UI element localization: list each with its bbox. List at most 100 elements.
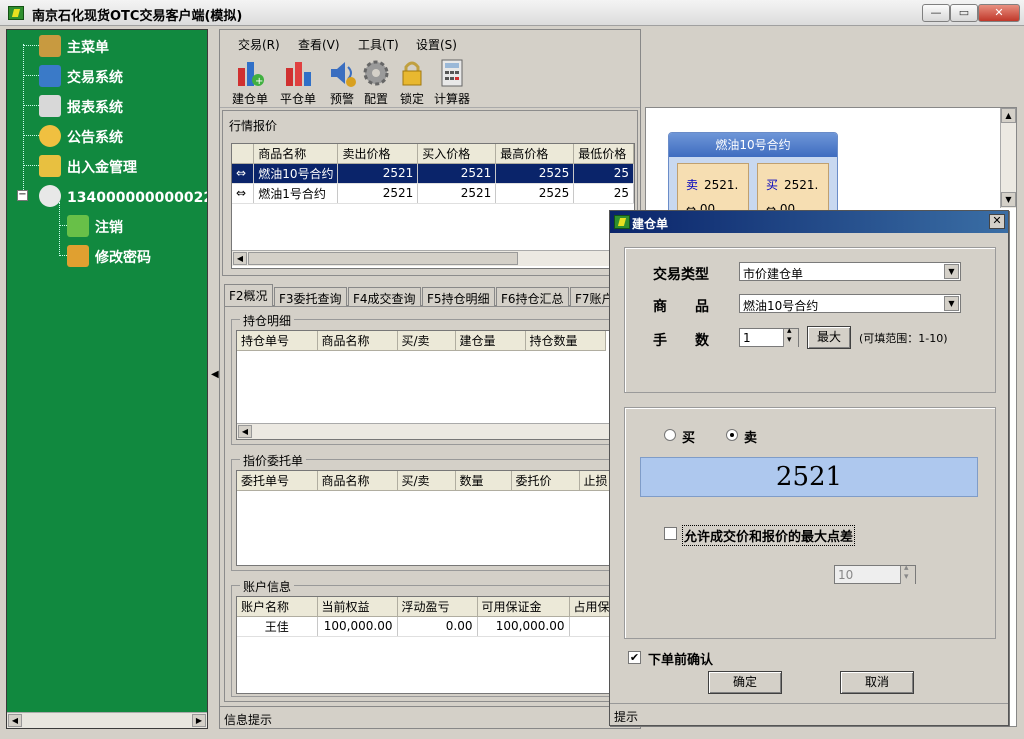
tab-position-detail[interactable]: F5持仓明细 <box>422 287 495 306</box>
overview-panel: 持仓明细 持仓单号 商品名称 买/卖 建仓量 持仓数量 ◀ 指价委托单 委托单号… <box>224 306 638 702</box>
tab-position-summary[interactable]: F6持仓汇总 <box>496 287 569 306</box>
key-icon <box>67 245 89 267</box>
scroll-left-icon[interactable]: ◀ <box>8 714 22 727</box>
col-header[interactable]: 数量 <box>455 471 512 491</box>
minimize-button[interactable]: — <box>922 4 950 22</box>
sidebar-item-label: 公告系统 <box>67 130 123 146</box>
row-arrow-icon: ⇔ <box>232 163 255 184</box>
collapse-arrow-icon[interactable]: ◀ <box>211 369 219 380</box>
col-header[interactable]: 卖出价格 <box>337 144 419 164</box>
buy-radio[interactable] <box>664 429 676 441</box>
col-header[interactable]: 持仓单号 <box>237 331 318 351</box>
commodity-select[interactable]: 燃油10号合约 ▼ <box>739 294 961 313</box>
sidebar-item-label: 交易系统 <box>67 70 123 86</box>
sidebar-item-label: 主菜单 <box>67 40 109 56</box>
title-bar: 南京石化现货OTC交易客户端(模拟) — ▭ ✕ <box>0 0 1024 26</box>
menu-trade[interactable]: 交易(R) <box>238 36 280 53</box>
calculator-icon <box>437 58 467 88</box>
lock-button[interactable]: 锁定 <box>390 58 434 106</box>
col-header[interactable]: 买/卖 <box>397 331 456 351</box>
confirm-before-checkbox[interactable]: ✔ <box>628 651 641 664</box>
quotes-scrollbar[interactable]: ◀ <box>232 250 634 266</box>
col-header[interactable]: 商品名称 <box>317 331 398 351</box>
tree-line <box>23 165 39 166</box>
main-panel: 交易(R) 查看(V) 工具(T) 设置(S) + 建仓单 平仓单 预警 配置 … <box>219 29 641 729</box>
col-header[interactable]: 浮动盈亏 <box>397 597 478 617</box>
menu-tools[interactable]: 工具(T) <box>358 36 399 53</box>
col-header[interactable]: 委托价 <box>511 471 580 491</box>
cup-icon <box>39 185 61 207</box>
col-header[interactable]: 可用保证金 <box>477 597 570 617</box>
sidebar-item-label: 修改密码 <box>95 250 151 266</box>
main-status-bar: 信息提示 <box>220 706 640 728</box>
scroll-right-icon[interactable]: ▶ <box>192 714 206 727</box>
sidebar-item-account[interactable]: 134000000000022欢迎 <box>7 183 207 209</box>
account-table: 账户名称 当前权益 浮动盈亏 可用保证金 占用保 王佳 100,000.00 0… <box>236 596 634 694</box>
menu-view[interactable]: 查看(V) <box>298 36 340 53</box>
col-header[interactable]: 建仓量 <box>455 331 526 351</box>
direction-group <box>624 407 996 639</box>
tab-trade-query[interactable]: F4成交查询 <box>348 287 421 306</box>
sidebar-splitter[interactable]: ◀ <box>210 29 219 729</box>
col-header[interactable]: 商品名称 <box>253 144 339 164</box>
quote-board-scrollbar[interactable]: ▲ ▼ <box>1000 108 1016 208</box>
positions-scrollbar[interactable]: ◀ <box>237 423 633 439</box>
toolbar: + 建仓单 平仓单 预警 配置 锁定 计算器 <box>220 56 640 108</box>
quote-card-title: 燃油10号合约 <box>669 133 837 157</box>
trade-type-select[interactable]: 市价建仓单 ▼ <box>739 262 961 281</box>
col-header[interactable]: 委托单号 <box>237 471 318 491</box>
sidebar-item-label: 134000000000022欢迎 <box>67 190 207 206</box>
close-position-icon <box>283 58 313 88</box>
quotes-title: 行情报价 <box>229 119 278 133</box>
open-position-button[interactable]: + 建仓单 <box>228 58 272 106</box>
tree-line <box>23 105 39 106</box>
tab-order-query[interactable]: F3委托查询 <box>274 287 347 306</box>
spinner-icon <box>783 326 798 347</box>
tab-overview[interactable]: F2概况 <box>224 284 273 306</box>
col-header[interactable]: 商品名称 <box>317 471 398 491</box>
spread-stepper[interactable]: 10 <box>834 563 916 584</box>
menu-settings[interactable]: 设置(S) <box>416 36 457 53</box>
col-header[interactable]: 账户名称 <box>237 597 318 617</box>
window-title: 南京石化现货OTC交易客户端(模拟) <box>32 9 243 24</box>
open-position-dialog: 建仓单 ✕ 交易类型 市价建仓单▼ 商 品 燃油10号合约▼ 手 数 1 最大 … <box>609 210 1009 726</box>
table-row[interactable]: ⇔ 燃油1号合约 2521 2521 2525 25 <box>232 183 634 204</box>
table-row[interactable]: 王佳 100,000.00 0.00 100,000.00 <box>237 616 620 637</box>
confirm-button[interactable]: 确定 <box>708 671 782 694</box>
menu-bar: 交易(R) 查看(V) 工具(T) 设置(S) <box>220 30 640 56</box>
sidebar-item-label: 注销 <box>95 220 123 236</box>
chart-icon <box>39 95 61 117</box>
col-header[interactable]: 最高价格 <box>495 144 575 164</box>
col-header[interactable]: 持仓数量 <box>525 331 606 351</box>
close-position-button[interactable]: 平仓单 <box>276 58 320 106</box>
limit-orders-table: 委托单号 商品名称 买/卖 数量 委托价 止损 <box>236 470 634 566</box>
sidebar-horizontal-scrollbar[interactable]: ◀ ▶ <box>7 712 207 728</box>
allow-spread-checkbox[interactable] <box>664 527 677 540</box>
tree-line <box>23 135 39 136</box>
close-button[interactable]: ✕ <box>978 4 1020 22</box>
sidebar-item-label: 出入金管理 <box>67 160 137 176</box>
gear-icon <box>361 58 391 88</box>
lots-stepper[interactable]: 1 <box>739 326 799 347</box>
sell-radio[interactable] <box>726 429 738 441</box>
restore-button[interactable]: ▭ <box>950 4 978 22</box>
dialog-close-button[interactable]: ✕ <box>989 214 1005 229</box>
tree-line <box>59 202 60 256</box>
account-group: 账户信息 账户名称 当前权益 浮动盈亏 可用保证金 占用保 王佳 100,000… <box>231 578 637 697</box>
bottom-tabs: F2概况 F3委托查询 F4成交查询 F5持仓明细 F6持仓汇总 F7账户 <box>224 284 638 306</box>
col-header[interactable]: 当前权益 <box>317 597 398 617</box>
coins-icon <box>39 155 61 177</box>
calculator-button[interactable]: 计算器 <box>430 58 474 106</box>
col-header[interactable]: 最低价格 <box>573 144 634 164</box>
table-row[interactable]: ⇔ 燃油10号合约 2521 2521 2525 25 <box>232 163 634 184</box>
price-display: 2521 <box>640 457 978 497</box>
cancel-button[interactable]: 取消 <box>840 671 914 694</box>
app-logo-icon <box>614 215 630 229</box>
svg-text:+: + <box>255 76 263 87</box>
col-header[interactable]: 买入价格 <box>417 144 497 164</box>
app-logo-icon <box>8 6 24 20</box>
max-lots-button[interactable]: 最大 <box>807 326 851 349</box>
lock-icon <box>397 58 427 88</box>
col-header[interactable]: 买/卖 <box>397 471 456 491</box>
quotes-table: 商品名称 卖出价格 买入价格 最高价格 最低价格 ⇔ 燃油10号合约 2521 … <box>231 143 635 269</box>
